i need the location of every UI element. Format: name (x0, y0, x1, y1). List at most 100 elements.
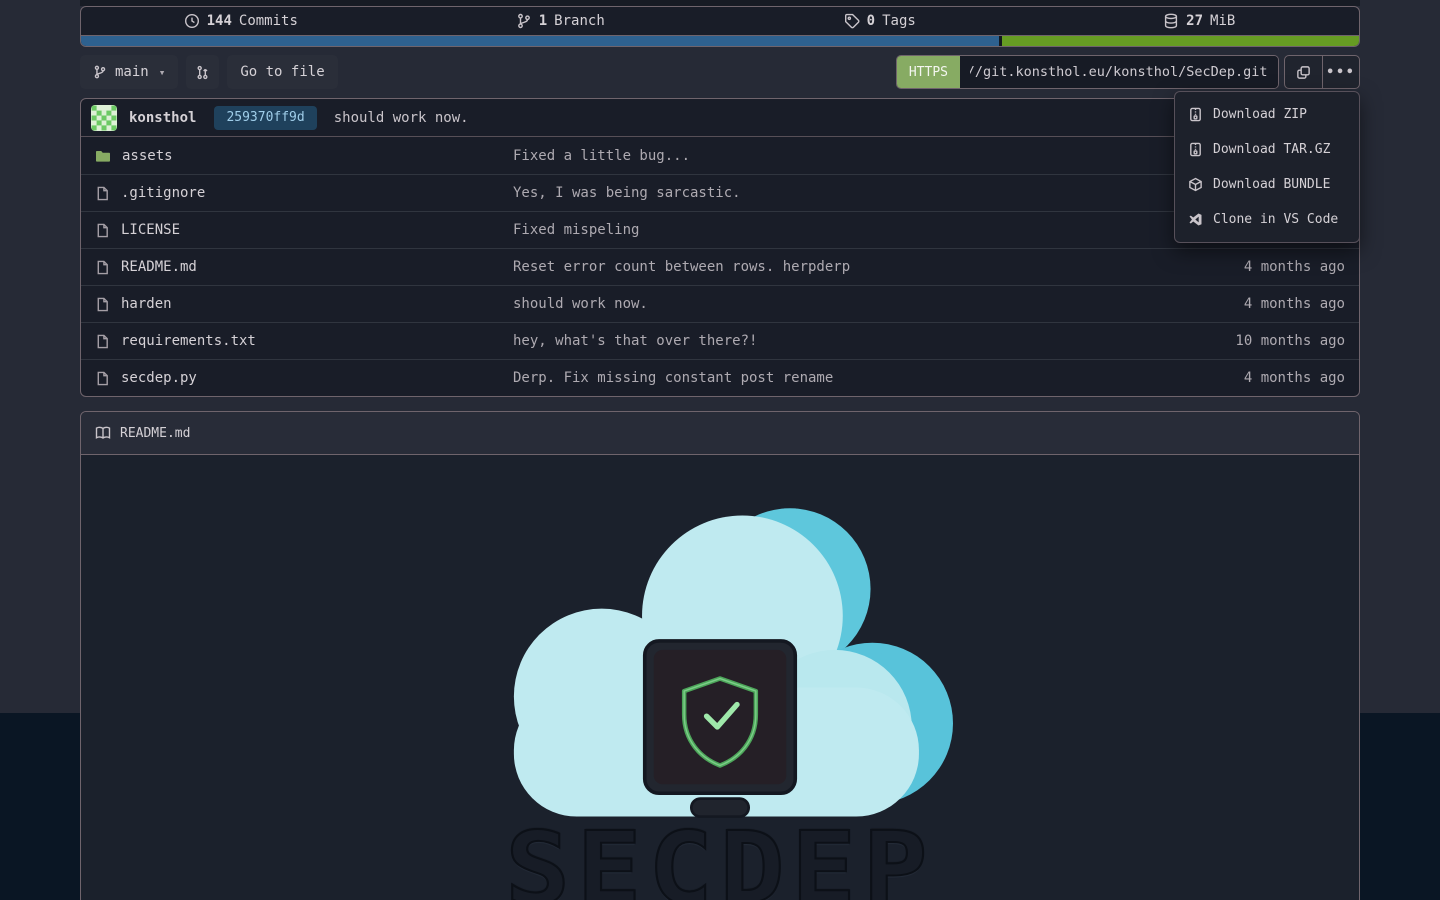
menu-item-download-zip[interactable]: Download ZIP (1175, 97, 1359, 132)
https-label: HTTPS (909, 65, 948, 80)
file-table: konsthol 259370ff9d should work now. ass… (80, 98, 1360, 397)
file-name-label: assets (122, 148, 173, 164)
repo-size-label: MiB (1210, 13, 1235, 29)
tag-label: Tags (882, 13, 916, 29)
menu-item-download-bundle[interactable]: Download BUNDLE (1175, 167, 1359, 202)
file-link[interactable]: README.md (95, 259, 513, 275)
clone-actions-group: ••• (1284, 55, 1360, 89)
file-commit-message[interactable]: Fixed mispeling (513, 222, 1135, 238)
repo-size-value: 27 (1186, 13, 1203, 29)
latest-commit-message[interactable]: should work now. (334, 110, 469, 126)
file-commit-message[interactable]: Derp. Fix missing constant post rename (513, 370, 1135, 386)
go-to-file-label: Go to file (240, 64, 324, 80)
database-icon (1163, 13, 1179, 29)
table-row: secdep.py Derp. Fix missing constant pos… (81, 359, 1359, 396)
repo-size-stat[interactable]: 27 MiB (1040, 7, 1360, 35)
file-name-label: LICENSE (121, 222, 180, 238)
menu-item-clone-vscode[interactable]: Clone in VS Code (1175, 202, 1359, 237)
menu-item-label: Download TAR.GZ (1213, 142, 1330, 157)
secdep-logo-image (487, 501, 953, 835)
branch-count: 1 (539, 13, 547, 29)
file-commit-message[interactable]: should work now. (513, 296, 1135, 312)
language-segment-1 (81, 36, 999, 46)
copy-icon (1296, 65, 1311, 80)
branch-label: Branch (554, 13, 605, 29)
tag-count: 0 (867, 13, 875, 29)
menu-item-download-targz[interactable]: Download TAR.GZ (1175, 132, 1359, 167)
folder-icon (95, 148, 111, 164)
book-icon (95, 425, 111, 441)
language-bar[interactable] (80, 36, 1360, 47)
language-segment-2 (1002, 36, 1359, 46)
avatar[interactable] (91, 105, 117, 131)
table-row: LICENSE Fixed mispeling (81, 211, 1359, 248)
file-icon (95, 186, 110, 201)
repo-stats-bar: 144 Commits 1 Branch 0 Tags 2 (80, 6, 1360, 36)
history-icon (184, 13, 200, 29)
compare-icon (195, 65, 210, 80)
toolbar-spacer (346, 55, 888, 89)
file-commit-time: 4 months ago (1135, 370, 1345, 386)
file-commit-message[interactable]: Fixed a little bug... (513, 148, 1135, 164)
secdep-logo-text: SECDEP (505, 819, 934, 900)
menu-item-label: Download ZIP (1213, 107, 1307, 122)
file-commit-time: 10 months ago (1135, 333, 1345, 349)
ellipsis-icon: ••• (1326, 65, 1355, 80)
file-commit-time: 4 months ago (1135, 259, 1345, 275)
vscode-icon (1188, 212, 1203, 227)
branches-stat[interactable]: 1 Branch (401, 7, 721, 35)
file-link[interactable]: requirements.txt (95, 333, 513, 349)
file-link[interactable]: LICENSE (95, 222, 513, 238)
clone-url-input[interactable] (960, 56, 1278, 88)
file-name-label: harden (121, 296, 172, 312)
file-commit-message[interactable]: Yes, I was being sarcastic. (513, 185, 1135, 201)
https-protocol-button[interactable]: HTTPS (897, 56, 960, 88)
commit-author[interactable]: konsthol (129, 110, 196, 126)
menu-item-label: Download BUNDLE (1213, 177, 1330, 192)
file-icon (95, 260, 110, 275)
file-icon (95, 334, 110, 349)
repo-page: 144 Commits 1 Branch 0 Tags 2 (0, 0, 1440, 900)
commit-hash-badge[interactable]: 259370ff9d (214, 106, 316, 130)
zip-file-icon (1188, 142, 1203, 157)
file-link[interactable]: assets (95, 148, 513, 164)
clone-url-group: HTTPS (896, 55, 1279, 89)
current-branch-label: main (115, 64, 149, 80)
branch-icon (516, 13, 532, 29)
readme-panel: README.md (80, 411, 1360, 900)
file-commit-message[interactable]: hey, what's that over there?! (513, 333, 1135, 349)
chevron-down-icon: ▾ (159, 66, 166, 79)
table-row: assets Fixed a little bug... (81, 137, 1359, 174)
copy-url-button[interactable] (1285, 56, 1322, 88)
download-dropdown-menu: Download ZIP Download TAR.GZ Download BU… (1174, 91, 1360, 243)
tag-icon (844, 13, 860, 29)
package-icon (1188, 177, 1203, 192)
file-icon (95, 223, 110, 238)
compare-button[interactable] (186, 55, 219, 89)
commit-label: Commits (239, 13, 298, 29)
readme-title: README.md (120, 426, 190, 441)
go-to-file-button[interactable]: Go to file (227, 55, 337, 89)
more-actions-button[interactable]: ••• (1322, 56, 1359, 88)
file-commit-message[interactable]: Reset error count between rows. herpderp (513, 259, 1135, 275)
file-link[interactable]: .gitignore (95, 185, 513, 201)
file-icon (95, 297, 110, 312)
table-row: README.md Reset error count between rows… (81, 248, 1359, 285)
latest-commit-row: konsthol 259370ff9d should work now. (81, 99, 1359, 137)
file-link[interactable]: harden (95, 296, 513, 312)
commits-stat[interactable]: 144 Commits (81, 7, 401, 35)
file-name-label: README.md (121, 259, 197, 275)
file-link[interactable]: secdep.py (95, 370, 513, 386)
menu-item-label: Clone in VS Code (1213, 212, 1338, 227)
table-row: .gitignore Yes, I was being sarcastic. (81, 174, 1359, 211)
commit-count: 144 (207, 13, 232, 29)
table-row: requirements.txt hey, what's that over t… (81, 322, 1359, 359)
zip-file-icon (1188, 107, 1203, 122)
file-name-label: .gitignore (121, 185, 205, 201)
branch-icon (93, 65, 107, 79)
readme-content: SECDEP (81, 455, 1359, 900)
file-icon (95, 371, 110, 386)
branch-selector[interactable]: main ▾ (80, 55, 178, 89)
tags-stat[interactable]: 0 Tags (720, 7, 1040, 35)
table-row: harden should work now. 4 months ago (81, 285, 1359, 322)
